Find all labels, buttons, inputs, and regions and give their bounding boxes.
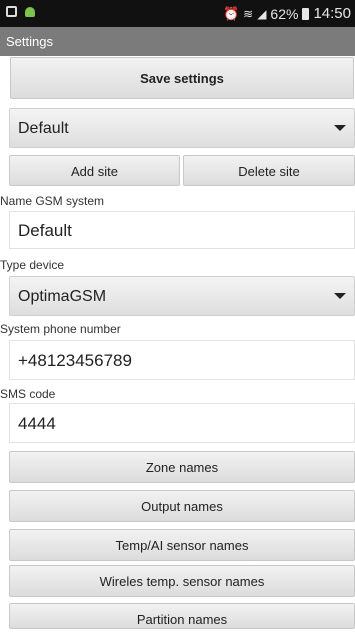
phone-number-label: System phone number bbox=[0, 322, 121, 336]
type-device-value: OptimaGSM bbox=[18, 288, 107, 305]
sms-code-field[interactable]: 4444 bbox=[9, 403, 355, 443]
save-settings-button[interactable]: Save settings bbox=[10, 57, 354, 99]
clock: 14:50 bbox=[313, 5, 351, 22]
dropdown-arrow-icon bbox=[334, 125, 346, 131]
screenshot-icon bbox=[6, 6, 17, 17]
output-names-button[interactable]: Output names bbox=[9, 490, 355, 522]
name-gsm-value: Default bbox=[18, 221, 72, 240]
site-select[interactable]: Default bbox=[9, 108, 355, 148]
partition-names-button[interactable]: Partition names bbox=[9, 603, 355, 629]
sms-code-label: SMS code bbox=[0, 387, 56, 401]
phone-number-value: +48123456789 bbox=[18, 351, 132, 370]
type-device-label: Type device bbox=[0, 258, 65, 272]
name-gsm-label: Name GSM system bbox=[0, 194, 105, 208]
site-select-value: Default bbox=[18, 120, 69, 137]
temp-ai-sensor-names-button[interactable]: Temp/AI sensor names bbox=[9, 529, 355, 561]
wifi-icon: ≋ bbox=[243, 6, 254, 21]
phone-number-field[interactable]: +48123456789 bbox=[9, 340, 355, 380]
zone-names-button[interactable]: Zone names bbox=[9, 451, 355, 483]
status-bar: ⏰ ≋ ◢ 62% 14:50 bbox=[0, 0, 355, 27]
delete-site-button[interactable]: Delete site bbox=[183, 155, 355, 186]
name-gsm-field[interactable]: Default bbox=[9, 211, 355, 249]
dropdown-arrow-icon bbox=[334, 293, 346, 299]
alarm-icon: ⏰ bbox=[222, 5, 240, 21]
android-icon bbox=[25, 6, 35, 17]
wireless-temp-sensor-names-button[interactable]: Wireles temp. sensor names bbox=[9, 565, 355, 597]
app-bar: Settings bbox=[0, 27, 355, 56]
add-site-button[interactable]: Add site bbox=[9, 155, 180, 186]
type-device-select[interactable]: OptimaGSM bbox=[9, 276, 355, 316]
page-title: Settings bbox=[6, 34, 53, 49]
signal-icon: ◢ bbox=[257, 6, 267, 21]
battery-percent: 62% bbox=[270, 5, 299, 22]
sms-code-value: 4444 bbox=[18, 414, 56, 433]
battery-icon bbox=[302, 7, 310, 20]
